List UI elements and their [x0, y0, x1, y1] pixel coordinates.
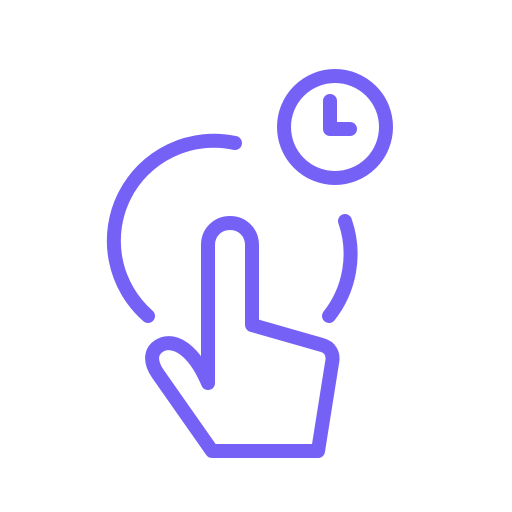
touch-radius-arc-right [322, 214, 358, 323]
clock-hands-icon [323, 94, 357, 136]
pointing-hand-icon [145, 216, 340, 458]
icon-canvas [0, 0, 512, 512]
tap-and-hold-icon [106, 69, 393, 458]
